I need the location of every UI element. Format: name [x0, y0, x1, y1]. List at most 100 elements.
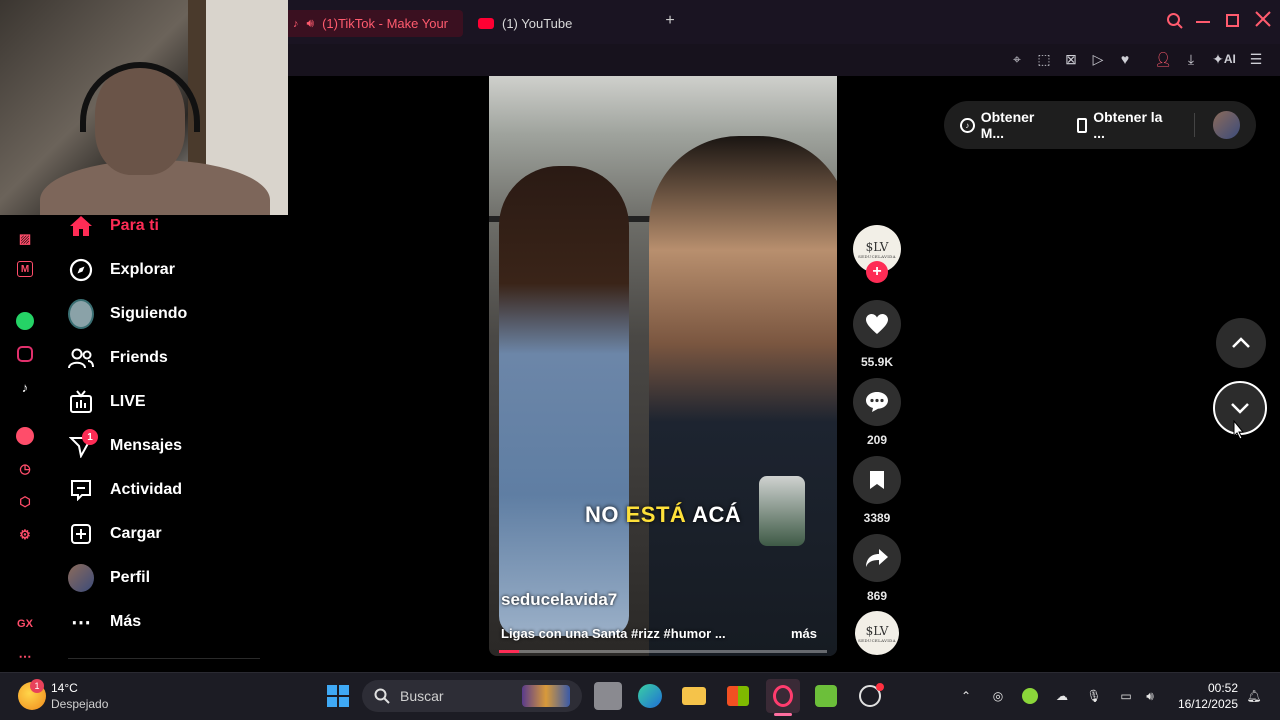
- caption-word: ACÁ: [692, 502, 742, 527]
- tray-sync-icon[interactable]: ◎: [988, 686, 1008, 706]
- video-progress-bar[interactable]: [499, 650, 827, 653]
- video-username[interactable]: seducelavida7: [501, 590, 617, 610]
- android-app-icon[interactable]: [812, 682, 840, 710]
- menu-icon[interactable]: ☰: [1245, 48, 1267, 70]
- avatar-subtext: SEDUCELAVIDA: [858, 253, 896, 259]
- more-dots-icon: ⋯: [71, 611, 91, 634]
- follow-button[interactable]: +: [866, 261, 888, 283]
- comment-button[interactable]: [853, 378, 901, 426]
- taskbar-search[interactable]: Buscar: [362, 680, 582, 712]
- speaker-icon[interactable]: 🔊︎: [307, 16, 315, 31]
- notification-dot: [876, 683, 884, 691]
- play-icon[interactable]: ▷: [1087, 48, 1109, 70]
- weather-badge: 1: [30, 679, 44, 693]
- tiktok-circle-icon: ♪: [960, 117, 975, 133]
- weather-temp[interactable]: 14°C: [51, 681, 78, 695]
- more-sidebar-icon[interactable]: ⋯: [14, 646, 36, 668]
- tray-network-icon[interactable]: ▭: [1116, 686, 1136, 706]
- clock-time[interactable]: 00:52: [1168, 681, 1238, 695]
- get-coins-button[interactable]: ♪ Obtener M...: [960, 109, 1059, 141]
- sparkle-icon: ✦: [1212, 50, 1224, 67]
- nav-mensajes[interactable]: 1 Mensajes: [68, 429, 182, 460]
- account-icon[interactable]: 👤︎: [1152, 48, 1174, 70]
- get-app-label: Obtener la ...: [1093, 109, 1163, 141]
- microsoft-store-icon[interactable]: [724, 682, 752, 710]
- settings-icon[interactable]: ⚙: [14, 524, 36, 546]
- opera-gx-taskbar-icon[interactable]: [766, 679, 800, 713]
- sidebar-stripes-icon[interactable]: ▨: [14, 228, 36, 250]
- nav-para-ti[interactable]: Para ti: [68, 212, 159, 240]
- nav-cargar[interactable]: Cargar: [68, 520, 162, 548]
- live-tv-icon: [68, 389, 94, 415]
- video-scene-man: [649, 136, 837, 656]
- nav-mas[interactable]: ⋯ Más: [68, 608, 141, 636]
- nav-label: Perfil: [110, 569, 151, 586]
- file-explorer-icon[interactable]: [680, 682, 708, 710]
- following-avatar-icon: [68, 299, 94, 329]
- edge-icon[interactable]: [636, 682, 664, 710]
- gx-label[interactable]: GX: [14, 613, 36, 635]
- adblock-icon[interactable]: ⊠: [1060, 48, 1082, 70]
- previous-video-button[interactable]: [1216, 318, 1266, 368]
- comment-count: 209: [866, 433, 888, 447]
- video-player[interactable]: NO ESTÁ ACÁ seducelavida7 Ligas con una …: [489, 76, 837, 656]
- tray-microphone-icon[interactable]: 🎙︎: [1084, 686, 1104, 706]
- user-avatar[interactable]: [1212, 111, 1240, 139]
- search-tabs-icon[interactable]: [1166, 12, 1184, 30]
- tab-youtube[interactable]: (1) YouTube: [468, 10, 648, 37]
- spotify-icon[interactable]: [14, 425, 36, 447]
- video-more-link[interactable]: más: [791, 626, 817, 641]
- tiktok-sidebar-icon[interactable]: ♪: [14, 376, 36, 398]
- share-icon: [866, 549, 888, 567]
- tab-tiktok[interactable]: ♪ 🔊︎ (1)TikTok - Make Your: [283, 10, 463, 37]
- notifications-icon[interactable]: 🔔︎: [1244, 686, 1264, 706]
- extensions-icon[interactable]: ⬡: [14, 491, 36, 513]
- avatar-subtext: SEDUCELAVIDA: [858, 637, 896, 643]
- sound-avatar[interactable]: $LV SEDUCELAVIDA: [855, 611, 899, 655]
- nav-explorar[interactable]: Explorar: [68, 256, 175, 284]
- tray-green-app-icon[interactable]: [1020, 686, 1040, 706]
- pill-divider: [1193, 113, 1195, 137]
- nav-friends[interactable]: Friends: [68, 344, 168, 372]
- snapshot-icon[interactable]: ⬚: [1033, 48, 1055, 70]
- history-icon[interactable]: ◷: [14, 458, 36, 480]
- tab-label: (1)TikTok - Make Your: [322, 16, 449, 31]
- comment-icon: [866, 392, 888, 412]
- get-app-button[interactable]: Obtener la ...: [1077, 109, 1175, 141]
- upload-plus-icon: [68, 521, 94, 547]
- video-progress-fill: [499, 650, 519, 653]
- clock-date[interactable]: 16/12/2025: [1168, 697, 1238, 711]
- youtube-icon: [478, 18, 494, 29]
- tray-cloud-icon[interactable]: ☁: [1052, 686, 1072, 706]
- download-icon[interactable]: ⤓: [1180, 48, 1202, 70]
- bookmark-icon: [870, 471, 884, 489]
- heart-icon: [866, 314, 888, 334]
- minimize-button[interactable]: [1196, 21, 1210, 23]
- whatsapp-icon[interactable]: [14, 310, 36, 332]
- share-button[interactable]: [853, 534, 901, 582]
- task-view-icon[interactable]: [594, 682, 622, 710]
- nav-actividad[interactable]: Actividad: [68, 476, 182, 504]
- tray-volume-icon[interactable]: 🔊︎: [1140, 686, 1160, 706]
- weather-desc[interactable]: Despejado: [51, 697, 108, 711]
- search-icon: [374, 688, 390, 704]
- pin-icon[interactable]: ⌖: [1006, 48, 1028, 70]
- heart-icon[interactable]: ♥: [1114, 48, 1136, 70]
- maximize-button[interactable]: [1226, 14, 1239, 27]
- tray-chevron-up-icon[interactable]: ⌃: [956, 686, 976, 706]
- nav-perfil[interactable]: Perfil: [68, 564, 150, 592]
- new-tab-button[interactable]: +: [660, 12, 680, 32]
- active-app-indicator: [774, 713, 792, 716]
- home-icon: [68, 213, 94, 239]
- tiktok-icon: ♪: [293, 17, 299, 30]
- save-button[interactable]: [853, 456, 901, 504]
- sidebar-m-icon[interactable]: M: [17, 261, 33, 277]
- nav-siguiendo[interactable]: Siguiendo: [68, 299, 187, 329]
- nav-live[interactable]: LIVE: [68, 388, 146, 416]
- instagram-icon[interactable]: [14, 343, 36, 365]
- ai-button[interactable]: ✦ AI: [1208, 48, 1240, 70]
- close-window-button[interactable]: [1254, 10, 1272, 28]
- chevron-up-icon: [1232, 337, 1250, 348]
- like-button[interactable]: [853, 300, 901, 348]
- windows-start-icon[interactable]: [324, 682, 352, 710]
